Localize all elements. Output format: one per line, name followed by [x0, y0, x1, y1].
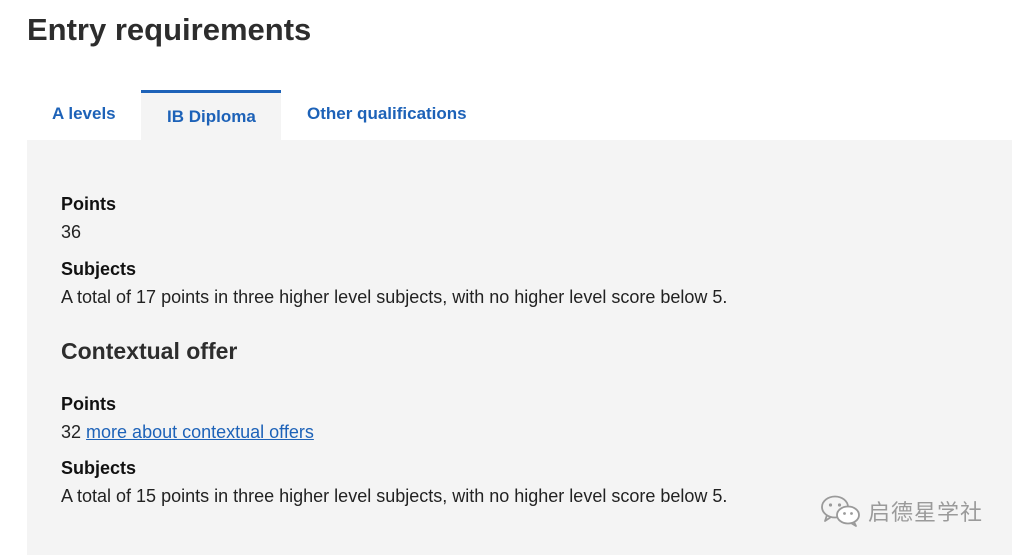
tab-ib-diploma-label: IB Diploma — [167, 107, 256, 126]
tab-a-levels[interactable]: A levels — [27, 90, 141, 140]
contextual-points-row: 32 more about contextual offers — [61, 421, 314, 443]
tab-other-qualifications[interactable]: Other qualifications — [281, 90, 481, 140]
watermark: 启德星学社 — [820, 495, 983, 527]
contextual-points-value: 32 — [61, 422, 82, 442]
points-value: 36 — [61, 222, 82, 242]
page-title: Entry requirements — [27, 12, 312, 47]
contextual-subjects-value: A total of 15 points in three higher lev… — [61, 486, 728, 506]
contextual-points-label: Points — [61, 394, 117, 414]
wechat-icon — [821, 495, 860, 527]
tab-a-levels-label: A levels — [52, 104, 116, 123]
contextual-subjects-label: Subjects — [61, 458, 137, 478]
tab-other-qualifications-label: Other qualifications — [307, 104, 467, 123]
ib-diploma-panel: Points 36 Subjects A total of 17 points … — [27, 140, 1012, 555]
watermark-text: 启德星学社 — [868, 501, 984, 526]
subjects-label: Subjects — [61, 259, 137, 279]
points-label: Points — [61, 194, 117, 214]
contextual-offer-heading: Contextual offer — [61, 338, 238, 364]
subjects-value: A total of 17 points in three higher lev… — [61, 287, 728, 307]
qualification-tabs: A levels IB Diploma Other qualifications — [27, 90, 1012, 140]
contextual-offers-link[interactable]: more about contextual offers — [86, 422, 314, 442]
tab-ib-diploma[interactable]: IB Diploma — [141, 90, 281, 140]
